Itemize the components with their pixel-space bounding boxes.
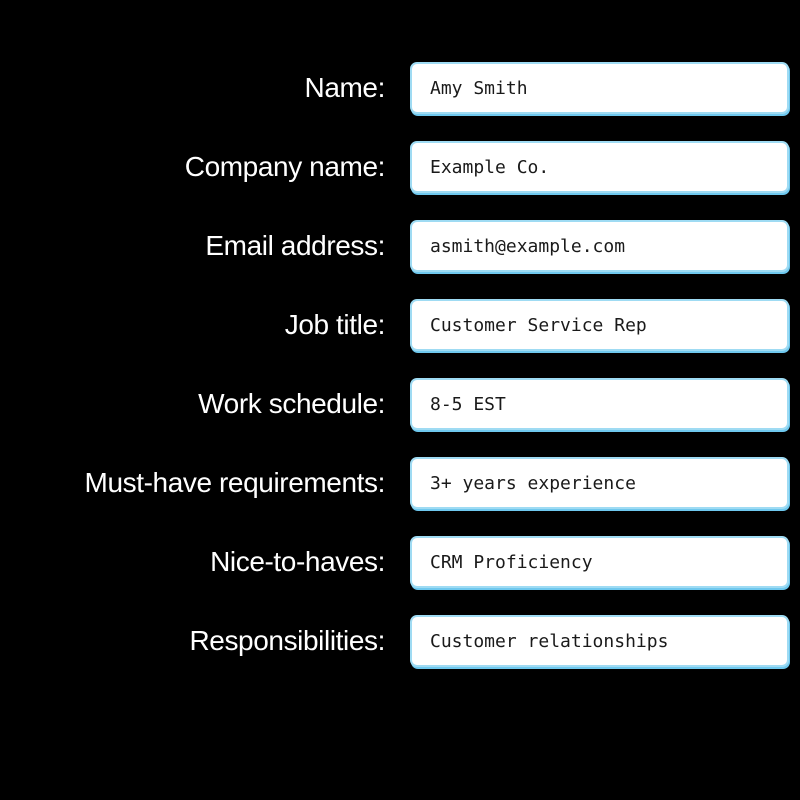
field-value-nice-to-haves: CRM Proficiency <box>430 551 593 573</box>
field-label-responsibilities: Responsibilities: <box>189 624 385 656</box>
job-intake-form: Name: Amy Smith Company name: Example Co… <box>0 0 800 800</box>
field-value-must-have-requirements: 3+ years experience <box>430 472 636 494</box>
form-row-company-name: Company name: Example Co. <box>0 141 800 193</box>
field-input-must-have-requirements[interactable]: 3+ years experience <box>410 457 789 509</box>
form-row-name: Name: Amy Smith <box>0 62 800 114</box>
field-label-job-title: Job title: <box>284 308 386 340</box>
field-input-company-name[interactable]: Example Co. <box>410 141 789 193</box>
field-value-company-name: Example Co. <box>430 156 550 178</box>
form-row-nice-to-haves: Nice-to-haves: CRM Proficiency <box>0 536 800 588</box>
form-row-responsibilities: Responsibilities: Customer relationships <box>0 615 800 667</box>
field-input-email-address[interactable]: asmith@example.com <box>410 220 789 272</box>
field-value-job-title: Customer Service Rep <box>430 314 647 336</box>
field-label-must-have-requirements: Must-have requirements: <box>84 466 386 498</box>
field-value-email-address: asmith@example.com <box>430 235 626 257</box>
form-row-work-schedule: Work schedule: 8-5 EST <box>0 378 800 430</box>
field-input-job-title[interactable]: Customer Service Rep <box>410 299 789 351</box>
field-input-name[interactable]: Amy Smith <box>410 62 789 114</box>
field-input-nice-to-haves[interactable]: CRM Proficiency <box>410 536 789 588</box>
field-label-name: Name: <box>304 71 386 103</box>
field-input-work-schedule[interactable]: 8-5 EST <box>410 378 789 430</box>
field-value-name: Amy Smith <box>430 77 528 99</box>
form-row-email-address: Email address: asmith@example.com <box>0 220 800 272</box>
field-label-nice-to-haves: Nice-to-haves: <box>210 545 385 577</box>
field-label-company-name: Company name: <box>184 150 386 182</box>
field-value-responsibilities: Customer relationships <box>430 630 669 652</box>
field-input-responsibilities[interactable]: Customer relationships <box>410 615 789 667</box>
field-label-email-address: Email address: <box>205 229 385 261</box>
field-label-work-schedule: Work schedule: <box>198 387 385 419</box>
field-value-work-schedule: 8-5 EST <box>430 393 506 415</box>
form-row-must-have-requirements: Must-have requirements: 3+ years experie… <box>0 457 800 509</box>
form-row-job-title: Job title: Customer Service Rep <box>0 299 800 351</box>
